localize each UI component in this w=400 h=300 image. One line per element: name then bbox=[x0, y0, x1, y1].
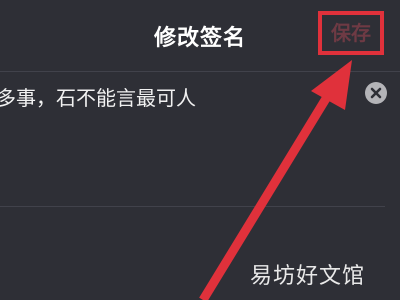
red-arrow-icon bbox=[199, 60, 352, 300]
edit-signature-screen: 修改签名 保存 多事，石不能言最可人 易坊好文馆 bbox=[0, 0, 400, 300]
watermark: 易坊好文馆 bbox=[250, 264, 366, 289]
